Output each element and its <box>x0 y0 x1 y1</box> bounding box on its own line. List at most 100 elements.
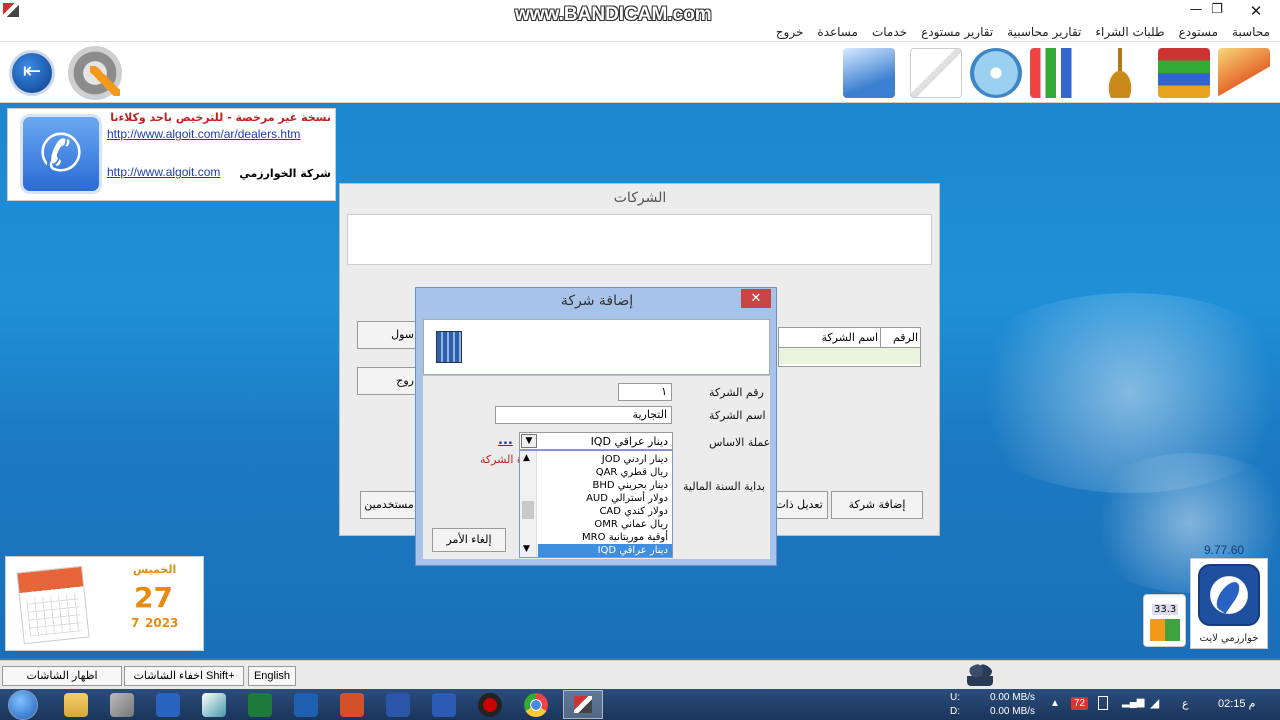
toolbar: ⇤ <box>0 42 1280 103</box>
dialog-close-button[interactable]: ✕ <box>741 289 771 308</box>
folder-icon[interactable] <box>843 48 895 98</box>
list-item[interactable]: AUD دولار أسترالي <box>538 492 672 505</box>
building-icon <box>436 331 462 363</box>
upload-label: U: <box>950 692 960 703</box>
chrome-icon[interactable] <box>524 693 548 717</box>
books-icon[interactable] <box>1158 48 1210 98</box>
users-icon[interactable] <box>967 664 993 686</box>
wrench-icon <box>90 66 120 96</box>
logout-button[interactable]: ⇤ <box>9 50 55 96</box>
reports-chart-icon[interactable] <box>1030 48 1082 98</box>
upload-speed: 0.00 MB/s <box>990 692 1036 703</box>
side-button-2[interactable]: روج <box>357 367 419 395</box>
edit-button-label: تعديل ذات <box>775 498 823 511</box>
table-row[interactable] <box>779 348 920 364</box>
language-indicator[interactable]: ع <box>1182 697 1189 710</box>
edit-button[interactable]: تعديل ذات <box>770 491 828 519</box>
signal-icon[interactable]: ▂▄▆ <box>1122 697 1144 708</box>
list-item[interactable]: CAD دولار كندي <box>538 505 672 518</box>
close-button[interactable]: ✕ <box>1245 2 1267 20</box>
quill-feather <box>1212 578 1244 614</box>
company-number-label: رقم الشركة <box>709 386 764 399</box>
edit-document-icon[interactable] <box>910 48 962 98</box>
users-button[interactable]: مستخدمين <box>360 491 418 519</box>
day-number: 27 <box>134 581 173 614</box>
currency-dropdown-list: ▲ ▼ JOD دينار اردني QAR ريال قطري BHD دي… <box>519 450 673 558</box>
side-button-1[interactable]: سول <box>357 321 419 349</box>
menu-item-purchase-orders[interactable]: طلبات الشراء <box>1095 25 1164 39</box>
catalog-icon[interactable] <box>1218 48 1270 98</box>
excel-icon[interactable] <box>248 693 272 717</box>
options-container: JOD دينار اردني QAR ريال قطري BHD دينار … <box>538 453 672 557</box>
add-company-button[interactable]: إضافة شركة <box>831 491 923 519</box>
phone-icon: ✆ <box>20 114 102 194</box>
calendar-icon <box>16 565 90 645</box>
menu-item-accounting[interactable]: محاسبة <box>1232 25 1270 39</box>
menu-item-warehouse-reports[interactable]: تقارير مستودع <box>921 25 993 39</box>
file-explorer-icon[interactable] <box>64 693 88 717</box>
menu-item-exit[interactable]: خروج <box>776 25 804 39</box>
month-number: 7 <box>131 616 140 630</box>
start-button[interactable] <box>8 690 38 720</box>
device-icon[interactable] <box>1098 696 1108 710</box>
ellipsis-button[interactable]: ... <box>498 433 513 448</box>
scroll-down-icon[interactable]: ▼ <box>523 543 530 556</box>
balance-scale-icon[interactable] <box>1094 48 1146 98</box>
list-item[interactable]: MRO أوقية موريتانية <box>538 531 672 544</box>
dealers-link[interactable]: http://www.algoit.com/ar/dealers.htm <box>107 127 300 141</box>
notification-badge[interactable]: 72 <box>1071 697 1089 710</box>
minimize-icon[interactable]: — <box>1185 2 1207 20</box>
add-company-button-label: إضافة شركة <box>848 498 906 511</box>
list-item[interactable]: JOD دينار اردني <box>538 453 672 466</box>
word-icon[interactable] <box>432 693 456 717</box>
scroll-up-icon[interactable]: ▲ <box>523 452 530 465</box>
window-title: الشركات <box>613 190 667 206</box>
menu-item-warehouse[interactable]: مستودع <box>1179 25 1218 39</box>
column-header-company-name[interactable]: اسم الشركة <box>779 328 882 348</box>
paint-icon[interactable] <box>202 693 226 717</box>
column-header-number[interactable]: الرقم <box>880 328 920 348</box>
menu-item-help[interactable]: مساعدة <box>817 25 858 39</box>
taskbar: U: D: 0.00 MB/s 0.00 MB/s ▲ 72 ▂▄▆ ◢ ع 0… <box>0 689 1280 720</box>
recorder-icon[interactable] <box>478 693 502 717</box>
onenote-icon[interactable] <box>156 693 180 717</box>
english-button[interactable]: English <box>248 666 296 686</box>
calculator-icon[interactable]: 33.3 <box>1143 594 1186 647</box>
list-item-selected[interactable]: IQD دينار عراقي <box>538 544 672 557</box>
powerpoint-icon[interactable] <box>340 693 364 717</box>
currency-select[interactable]: ▼ IQD دينار عراقي <box>519 432 673 450</box>
settings-gear-icon[interactable] <box>68 46 122 100</box>
show-hidden-icons-icon[interactable]: ▲ <box>1050 698 1060 709</box>
outlook-icon[interactable] <box>294 693 318 717</box>
scrollbar[interactable]: ▲ ▼ <box>520 451 537 557</box>
cancel-button[interactable]: إلغاء الأمر <box>432 528 506 552</box>
clock[interactable]: 02:15 م <box>1218 697 1255 710</box>
show-screens-button[interactable]: اظهار الشاشات Shift+F11 <box>2 666 122 700</box>
unlicensed-notice: نسخة غير مرخصة - للترخيص باحد وكلاءنا <box>110 111 331 124</box>
company-number-field[interactable]: ١ <box>618 383 672 401</box>
calculator-display: 33.3 <box>1152 604 1179 615</box>
scroll-thumb[interactable] <box>522 501 534 519</box>
app-taskbar-icon[interactable] <box>110 693 134 717</box>
calendar-grid <box>26 593 82 637</box>
menu-item-accounting-reports[interactable]: تقارير محاسبية <box>1007 25 1081 39</box>
website-link[interactable]: http://www.algoit.com <box>107 165 220 179</box>
backup-disk-icon[interactable] <box>970 48 1022 98</box>
company-name-label: اسم الشركة <box>709 409 766 422</box>
chevron-down-icon[interactable]: ▼ <box>521 434 537 448</box>
list-item[interactable]: BHD دينار بحريني <box>538 479 672 492</box>
company-name-field[interactable]: التجارية <box>495 406 672 424</box>
title-menu-bar: www.BANDICAM.com — ❐ ✕ محاسبة مستودع طلب… <box>0 0 1280 42</box>
visio-icon[interactable] <box>386 693 410 717</box>
active-app-taskbar-item[interactable] <box>563 690 603 719</box>
list-item[interactable]: QAR ريال قطري <box>538 466 672 479</box>
app-logo-tile[interactable]: خوارزمي لايت <box>1190 558 1268 649</box>
list-item[interactable]: OMR ريال عماني <box>538 518 672 531</box>
volume-icon[interactable]: ◢ <box>1150 696 1159 710</box>
restore-button[interactable]: ❐ <box>1206 2 1228 20</box>
base-currency-label: عملة الاساس <box>709 436 771 449</box>
download-label: D: <box>950 706 960 717</box>
hide-screens-button[interactable]: اخفاء الشاشات Shift+ F12 <box>124 666 244 700</box>
menu-item-services[interactable]: خدمات <box>872 25 907 39</box>
companies-table: الرقم اسم الشركة <box>778 327 921 367</box>
